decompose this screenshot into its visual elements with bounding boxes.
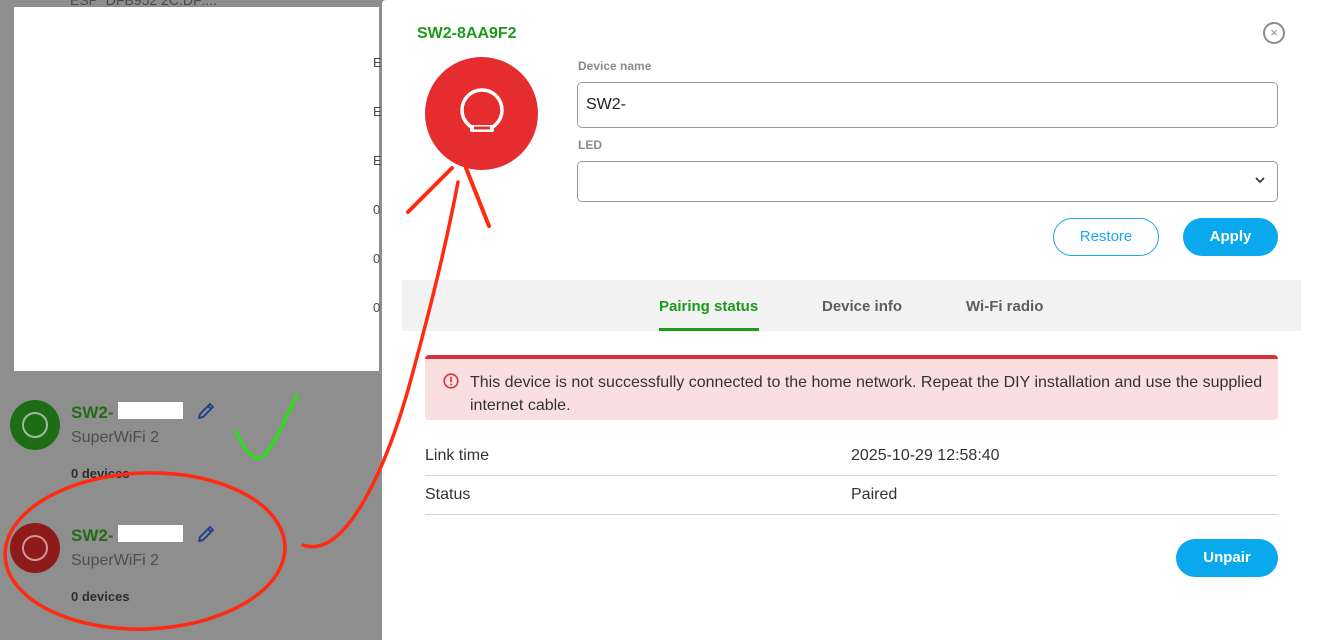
chevron-down-icon: [1255, 177, 1265, 184]
modal-title: SW2-8AA9F2: [417, 25, 517, 42]
router-icon: [460, 88, 504, 132]
error-alert: This device is not successfully connecte…: [425, 355, 1278, 420]
device-name-input[interactable]: [577, 82, 1278, 128]
unpair-button[interactable]: Unpair: [1176, 539, 1278, 577]
redacted-name: [118, 525, 183, 542]
device-status-avatar: [425, 57, 538, 170]
led-select[interactable]: [577, 161, 1278, 202]
device-model: SuperWiFi 2: [71, 552, 160, 569]
device-count: 0 devices: [71, 589, 130, 604]
device-detail-modal: SW2-8AA9F2 × Device name LED Restore App…: [382, 0, 1321, 640]
tab-pairing-status[interactable]: Pairing status: [659, 298, 758, 315]
apply-button[interactable]: Apply: [1183, 218, 1278, 256]
info-row-link-time: Link time 2025-10-29 12:58:40: [425, 437, 1278, 476]
background-page: ESP_DFB952 2C:DF:... E E E 0 0 0 SW2- Su…: [0, 0, 382, 640]
device-count: 0 devices: [71, 466, 130, 481]
device-name: SW2-: [71, 403, 114, 422]
led-label: LED: [578, 138, 602, 152]
alert-message: This device is not successfully connecte…: [470, 374, 1263, 414]
tab-device-info[interactable]: Device info: [822, 298, 902, 315]
restore-button[interactable]: Restore: [1053, 218, 1159, 256]
edit-pencil-icon[interactable]: [195, 400, 217, 422]
device-name: SW2-: [71, 526, 114, 545]
redacted-name: [118, 402, 183, 419]
close-icon[interactable]: ×: [1263, 22, 1285, 44]
redacted-area: [14, 7, 379, 371]
tab-wifi-radio[interactable]: Wi-Fi radio: [966, 298, 1043, 315]
device-avatar: [10, 400, 60, 450]
edit-pencil-icon[interactable]: [195, 523, 217, 545]
device-model: SuperWiFi 2: [71, 429, 160, 446]
tab-bar: Pairing status Device info Wi-Fi radio: [402, 280, 1301, 331]
info-key: Status: [425, 486, 471, 503]
device-card[interactable]: SW2- SuperWiFi 2 0 devices: [10, 523, 370, 623]
background-column-peek: E E E 0 0 0: [373, 55, 382, 315]
info-key: Link time: [425, 447, 490, 464]
device-avatar: [10, 523, 60, 573]
device-name-label: Device name: [578, 59, 652, 73]
device-card[interactable]: SW2- SuperWiFi 2 0 devices: [10, 400, 370, 500]
info-row-status: Status Paired: [425, 476, 1278, 515]
active-tab-indicator: [659, 328, 759, 331]
info-value: 2025-10-29 12:58:40: [851, 447, 1000, 464]
info-value: Paired: [851, 486, 898, 503]
error-icon: [443, 373, 459, 389]
